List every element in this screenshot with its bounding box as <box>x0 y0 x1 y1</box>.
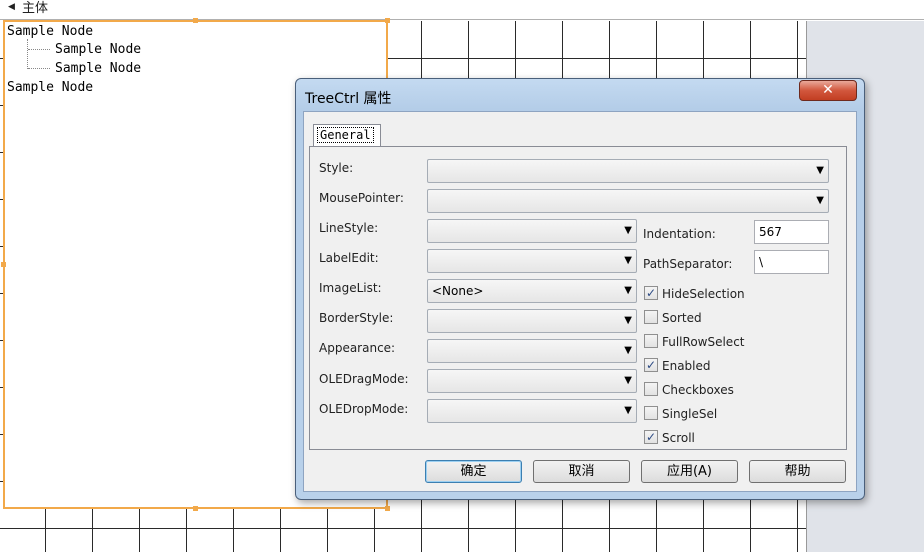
check-icon: ✓ <box>645 430 657 444</box>
dialog-title: TreeCtrl 属性 <box>305 91 392 107</box>
oledragmode-select[interactable]: ▼ <box>427 369 637 393</box>
close-button[interactable]: ✕ <box>799 80 857 101</box>
section-title: 主体 <box>22 1 49 16</box>
chevron-down-icon: ▼ <box>624 255 632 266</box>
check-icon: ✓ <box>645 286 657 300</box>
resize-handle[interactable] <box>1 262 6 267</box>
scroll-checkbox[interactable]: ✓ <box>644 430 658 444</box>
style-select[interactable]: ▼ <box>427 159 829 183</box>
imagelist-select[interactable]: <None> ▼ <box>427 279 637 303</box>
oledropmode-select[interactable]: ▼ <box>427 399 637 423</box>
tree-connector <box>28 49 50 50</box>
style-label: Style: <box>319 161 354 175</box>
linestyle-select[interactable]: ▼ <box>427 219 637 243</box>
linestyle-label: LineStyle: <box>319 221 379 235</box>
pathseparator-value: \ <box>759 255 764 269</box>
ok-button[interactable]: 确定 <box>425 460 522 483</box>
singlesel-label[interactable]: SingleSel <box>662 407 717 421</box>
pathseparator-input[interactable]: \ <box>754 250 829 274</box>
tree-node[interactable]: Sample Node <box>7 24 93 40</box>
indentation-value: 567 <box>759 225 782 239</box>
enabled-checkbox[interactable]: ✓ <box>644 358 658 372</box>
chevron-down-icon: ▼ <box>624 315 632 326</box>
chevron-down-icon: ▼ <box>624 405 632 416</box>
chevron-down-icon: ▼ <box>624 285 632 296</box>
help-button[interactable]: 帮助 <box>749 460 846 483</box>
indentation-label: Indentation: <box>643 227 716 241</box>
resize-handle[interactable] <box>193 506 198 511</box>
enabled-label[interactable]: Enabled <box>662 359 711 373</box>
borderstyle-label: BorderStyle: <box>319 311 394 325</box>
chevron-down-icon: ▼ <box>624 375 632 386</box>
mousepointer-label: MousePointer: <box>319 191 404 205</box>
imagelist-label: ImageList: <box>319 281 382 295</box>
tree-node[interactable]: Sample Node <box>55 61 141 77</box>
fullrowselect-label[interactable]: FullRowSelect <box>662 335 745 349</box>
pathseparator-label: PathSeparator: <box>643 257 733 271</box>
dialog-body: General Style: ▼ MousePointer: ▼ LineSty… <box>303 111 857 492</box>
apply-button[interactable]: 应用(A) <box>641 460 738 483</box>
tree-node[interactable]: Sample Node <box>7 80 93 96</box>
close-icon: ✕ <box>822 82 834 98</box>
hideselection-label[interactable]: HideSelection <box>662 287 745 301</box>
chevron-down-icon: ▼ <box>624 345 632 356</box>
section-header-main[interactable]: ◀ 主体 <box>0 0 924 20</box>
check-icon: ✓ <box>645 358 657 372</box>
chevron-down-icon: ▼ <box>816 195 824 206</box>
appearance-select[interactable]: ▼ <box>427 339 637 363</box>
resize-handle[interactable] <box>385 506 390 511</box>
chevron-down-icon: ▼ <box>816 165 824 176</box>
chevron-down-icon: ▼ <box>624 225 632 236</box>
resize-handle[interactable] <box>193 18 198 23</box>
tree-node[interactable]: Sample Node <box>55 42 141 58</box>
sorted-checkbox[interactable] <box>644 310 658 324</box>
properties-dialog[interactable]: TreeCtrl 属性 ✕ General Style: ▼ MousePoin… <box>295 78 865 500</box>
oledropmode-label: OLEDropMode: <box>319 402 409 416</box>
section-collapse-icon[interactable]: ◀ <box>8 2 15 12</box>
tab-general[interactable]: General <box>313 124 381 146</box>
checkboxes-checkbox[interactable] <box>644 382 658 396</box>
tree-connector <box>27 39 28 69</box>
checkboxes-label[interactable]: Checkboxes <box>662 383 734 397</box>
indentation-input[interactable]: 567 <box>754 220 829 244</box>
cancel-button[interactable]: 取消 <box>533 460 630 483</box>
tab-general-label: General <box>317 127 374 143</box>
scroll-label[interactable]: Scroll <box>662 431 695 445</box>
resize-handle[interactable] <box>385 18 390 23</box>
imagelist-value: <None> <box>432 284 484 298</box>
sorted-label[interactable]: Sorted <box>662 311 702 325</box>
mousepointer-select[interactable]: ▼ <box>427 189 829 213</box>
tree-connector <box>28 68 50 69</box>
appearance-label: Appearance: <box>319 341 396 355</box>
singlesel-checkbox[interactable] <box>644 406 658 420</box>
labeledit-label: LabelEdit: <box>319 251 379 265</box>
labeledit-select[interactable]: ▼ <box>427 249 637 273</box>
tab-panel-general: Style: ▼ MousePointer: ▼ LineStyle: ▼ La… <box>309 146 847 450</box>
borderstyle-select[interactable]: ▼ <box>427 309 637 333</box>
oledragmode-label: OLEDragMode: <box>319 372 409 386</box>
fullrowselect-checkbox[interactable] <box>644 334 658 348</box>
hideselection-checkbox[interactable]: ✓ <box>644 286 658 300</box>
